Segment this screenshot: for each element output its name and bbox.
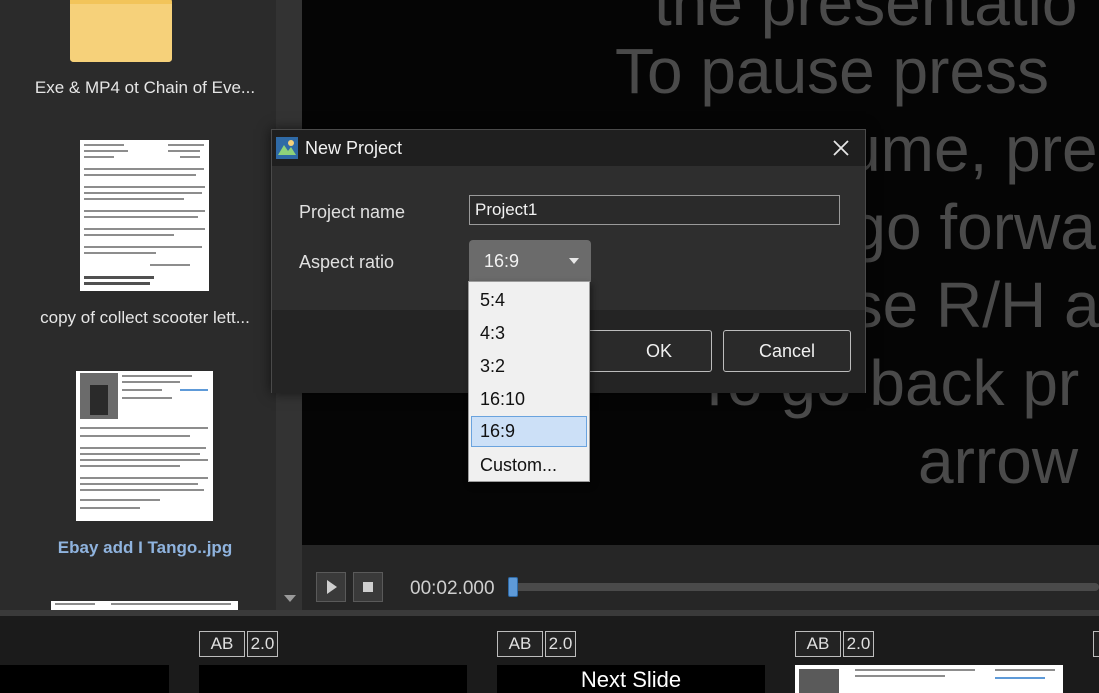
play-icon — [327, 580, 337, 594]
preview-text-line: To pause press — [615, 35, 1050, 107]
aspect-ratio-select[interactable]: 16:9 — [469, 240, 591, 282]
duration-badge[interactable]: 2.0 — [843, 631, 874, 657]
file-browser-panel: Exe & MP4 ot Chain of Eve... copy of col… — [0, 0, 276, 610]
duration-badge[interactable]: 2.0 — [247, 631, 278, 657]
preview-text-line: arrow — [918, 425, 1079, 497]
chevron-down-icon — [569, 258, 579, 264]
slide-caption: Next Slide — [580, 667, 682, 692]
transition-badge[interactable]: AB — [795, 631, 841, 657]
scroll-down-icon[interactable] — [284, 595, 296, 602]
aspect-ratio-label: Aspect ratio — [299, 252, 395, 272]
aspect-option-5-4[interactable]: 5:4 — [471, 285, 587, 316]
ok-button[interactable]: OK — [584, 330, 712, 372]
app-icon — [276, 137, 298, 159]
file-item-label[interactable]: Exe & MP4 ot Chain of Eve... — [0, 78, 276, 98]
cancel-button[interactable]: Cancel — [723, 330, 851, 372]
preview-divider — [302, 545, 1099, 561]
scrubber-handle[interactable] — [508, 577, 518, 597]
transition-badge[interactable]: AB — [497, 631, 543, 657]
aspect-option-4-3[interactable]: 4:3 — [471, 318, 587, 349]
aspect-ratio-value: 16:9 — [484, 251, 520, 271]
time-readout: 00:02.000 — [410, 578, 495, 599]
slide-thumbnail[interactable] — [0, 665, 169, 693]
ok-button-label: OK — [645, 341, 672, 361]
duration-badge[interactable]: 2.0 — [545, 631, 576, 657]
transition-badge-partial[interactable] — [1093, 631, 1099, 657]
project-name-input[interactable] — [469, 195, 840, 225]
aspect-option-custom[interactable]: Custom... — [471, 450, 587, 481]
folder-icon[interactable] — [68, 0, 172, 62]
aspect-option-16-10[interactable]: 16:10 — [471, 384, 587, 415]
timeline-scrubber[interactable] — [512, 583, 1099, 591]
slide-thumbnail[interactable] — [795, 665, 1063, 693]
aspect-option-16-9[interactable]: 16:9 — [471, 416, 587, 447]
dialog-title: New Project — [305, 138, 403, 158]
partial-thumbnail[interactable] — [51, 601, 238, 610]
project-name-label: Project name — [299, 202, 406, 222]
image-thumbnail[interactable] — [76, 371, 213, 521]
file-item-label-selected[interactable]: Ebay add I Tango..jpg — [0, 538, 276, 558]
close-icon[interactable] — [829, 136, 853, 160]
dialog-titlebar[interactable]: New Project — [272, 130, 865, 166]
aspect-ratio-dropdown: 5:4 4:3 3:2 16:10 16:9 Custom... — [468, 281, 590, 482]
slide-thumbnail[interactable] — [199, 665, 467, 693]
aspect-option-3-2[interactable]: 3:2 — [471, 351, 587, 382]
slide-thumbnail[interactable]: Next Slide — [497, 665, 765, 693]
document-thumbnail[interactable] — [80, 140, 209, 291]
stop-icon — [363, 582, 373, 592]
file-item-label[interactable]: copy of collect scooter lett... — [0, 308, 276, 328]
play-button[interactable] — [316, 572, 346, 602]
transition-badge[interactable]: AB — [199, 631, 245, 657]
stop-button[interactable] — [353, 572, 383, 602]
